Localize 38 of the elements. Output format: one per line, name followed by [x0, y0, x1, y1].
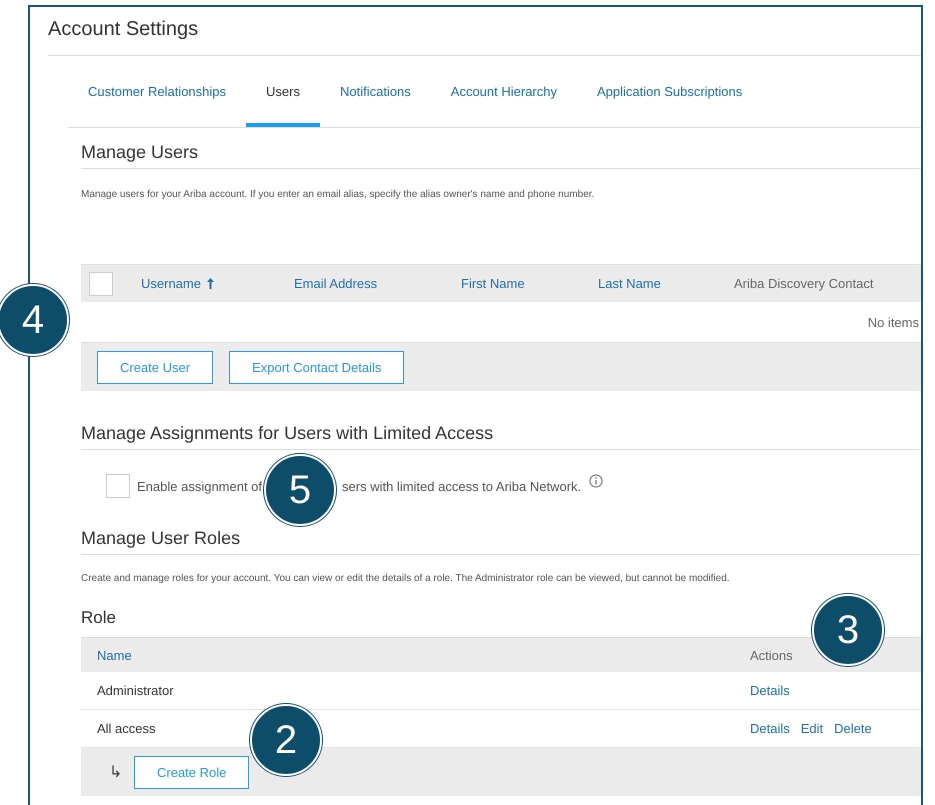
section-heading: Manage Assignments for Users with Limited Access [81, 391, 921, 450]
callout-marker: 3 [812, 594, 884, 666]
section-description: Manage users for your Ariba account. If you enter an email alias, specify the alias owner's name and phone number. [81, 188, 596, 200]
column-header: Ariba Discovery Contact [734, 276, 874, 291]
tab[interactable]: Notifications [320, 56, 431, 127]
column-header[interactable]: First Name [461, 276, 525, 291]
empty-table-text: No items [868, 314, 919, 330]
sort-ascending-icon [206, 278, 214, 289]
action-button[interactable]: Create User [97, 350, 214, 384]
tab[interactable]: Users [246, 56, 320, 127]
column-header: Actions [750, 648, 793, 662]
info-icon[interactable] [589, 474, 604, 488]
column-header[interactable]: Last Name [598, 276, 661, 291]
tab[interactable]: Application Subscriptions [577, 56, 762, 127]
role-name: All access [97, 721, 157, 736]
tab[interactable]: Account Hierarchy [430, 56, 577, 127]
limited-access-checkbox[interactable] [106, 474, 130, 498]
action-link[interactable]: Edit [800, 721, 824, 736]
page-title: Account Settings [48, 7, 921, 56]
action-link[interactable]: Details [750, 683, 790, 698]
section-description: Create and manage roles for your account. You can view or edit the details of a role. The Administrator role can be viewed, but cannot be modified. [81, 572, 731, 584]
select-all-checkbox[interactable] [89, 272, 113, 296]
action-link[interactable]: Delete [834, 721, 872, 736]
section-heading: Manage Users [81, 128, 921, 169]
checkbox-label: sers with limited access to Ariba Network. [342, 478, 582, 494]
column-header[interactable]: Name [97, 648, 132, 662]
arrow-glyph: ↳ [109, 763, 122, 782]
column-header[interactable]: Email Address [294, 276, 378, 291]
create-role-button[interactable]: Create Role [134, 756, 250, 788]
action-button[interactable]: Export Contact Details [229, 350, 404, 384]
checkbox-label: Enable assignment of [137, 478, 262, 494]
action-link[interactable]: Details [750, 721, 790, 736]
role-name: Administrator [97, 683, 175, 698]
callout-marker: 2 [250, 704, 322, 776]
callout-marker: 4 [0, 284, 69, 356]
column-header[interactable]: Username [141, 276, 214, 291]
subsection-heading: Role [81, 607, 116, 629]
tab[interactable]: Customer Relationships [68, 56, 246, 127]
